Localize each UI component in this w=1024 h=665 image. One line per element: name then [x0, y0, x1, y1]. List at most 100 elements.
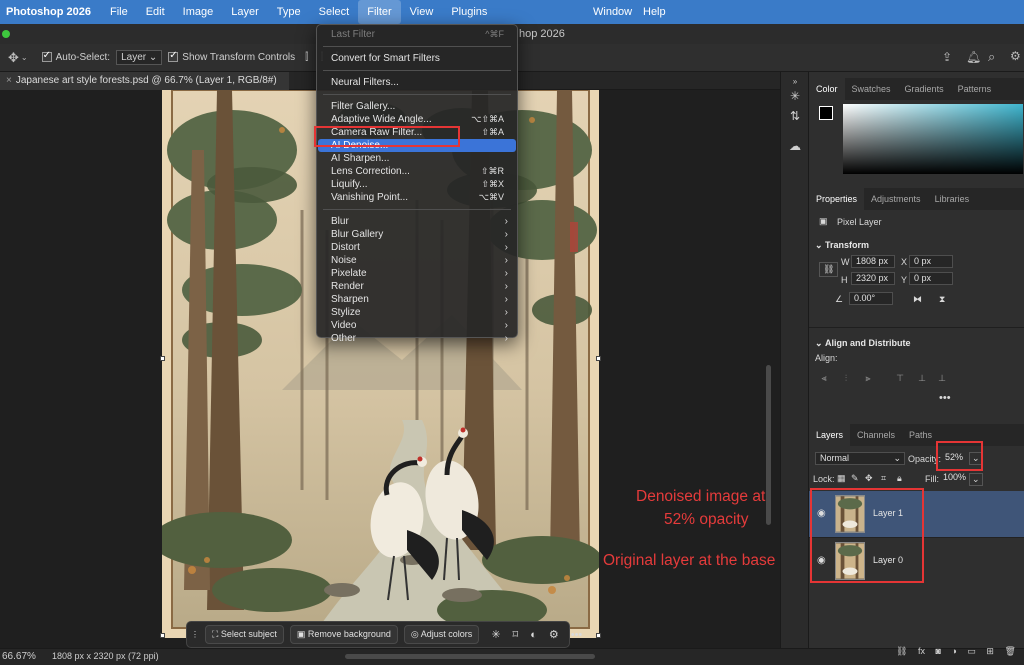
lock-position-icon[interactable]: ✥ [865, 473, 873, 484]
search-icon[interactable]: ⌕ [988, 49, 995, 65]
new-adjustment-icon[interactable]: ◑ [951, 646, 956, 656]
align-right-edges-icon[interactable]: ⫸ [863, 373, 873, 383]
app-name-menu[interactable]: Photoshop 2026 [0, 0, 101, 24]
tool-preset-chevron-icon[interactable]: ⌄ [21, 53, 28, 62]
wand-adjust-icon[interactable]: ✳ [787, 88, 803, 104]
align-bottom-edges-icon[interactable]: ⊥ [937, 373, 947, 383]
menu-item-ai-sharpen[interactable]: AI Sharpen... [317, 152, 517, 165]
tab-adjustments[interactable]: Adjustments [864, 188, 928, 210]
link-dimensions-icon[interactable]: ⛓ [819, 262, 839, 277]
select-subject-button[interactable]: ⛶ Select subject [205, 625, 284, 644]
tab-gradients[interactable]: Gradients [898, 78, 951, 100]
auto-select-checkbox[interactable] [41, 50, 56, 63]
menu-item-blur[interactable]: Blur › [317, 215, 517, 228]
new-layer-icon[interactable]: ⊞ [986, 646, 994, 656]
document-tab[interactable]: × Japanese art style forests.psd @ 66.7% … [0, 72, 289, 90]
menu-layer[interactable]: Layer [222, 0, 268, 24]
drag-handle-icon[interactable]: ⋮ [191, 630, 199, 639]
tab-channels[interactable]: Channels [850, 424, 902, 446]
align-left-icon[interactable]: ⫿ [305, 52, 308, 63]
menu-file[interactable]: File [101, 0, 137, 24]
lock-transparent-icon[interactable]: ▦ [837, 473, 846, 484]
lock-all-icon[interactable]: 🔒︎ [897, 473, 902, 484]
menu-plugins[interactable]: Plugins [442, 0, 496, 24]
transform-handle-right[interactable] [596, 356, 601, 361]
tab-patterns[interactable]: Patterns [951, 78, 999, 100]
tab-properties[interactable]: Properties [809, 188, 865, 210]
zoom-level[interactable]: 66.67% [2, 651, 36, 662]
transform-handle-bottom-right[interactable] [596, 633, 601, 638]
flip-vertical-icon[interactable]: ⧗ [939, 294, 945, 305]
new-group-icon[interactable]: ▭ [967, 646, 976, 656]
y-field[interactable]: 0 px [909, 272, 953, 285]
menu-item-filter-gallery[interactable]: Filter Gallery... [317, 100, 517, 113]
menu-item-vanishing-point[interactable]: Vanishing Point... ⌥⌘V [317, 191, 517, 204]
transform-chevron-icon[interactable]: ⌄ [815, 240, 823, 251]
align-horizontal-centers-icon[interactable]: ⫶ [841, 373, 851, 383]
align-vertical-centers-icon[interactable]: ⊥ [917, 373, 927, 383]
color-picker-field[interactable] [843, 104, 1023, 174]
menu-item-distort[interactable]: Distort › [317, 241, 517, 254]
menu-item-sharpen[interactable]: Sharpen › [317, 293, 517, 306]
menu-image[interactable]: Image [174, 0, 223, 24]
remove-background-button[interactable]: ▣ Remove background [289, 625, 398, 644]
menu-view[interactable]: View [401, 0, 443, 24]
generative-icon[interactable]: ✳ [491, 628, 500, 641]
menu-edit[interactable]: Edit [137, 0, 174, 24]
menu-item-noise[interactable]: Noise › [317, 254, 517, 267]
creative-cloud-icon[interactable]: ☁ [787, 138, 803, 154]
transform-handle-left[interactable] [160, 356, 165, 361]
align-left-edges-icon[interactable]: ⫷ [819, 373, 829, 383]
transform-icon[interactable]: ⌑ [513, 628, 519, 641]
menu-item-other[interactable]: Other › [317, 332, 517, 345]
workspace-icon[interactable]: ⚙ [1010, 49, 1021, 63]
x-field[interactable]: 0 px [909, 255, 953, 268]
menu-item-video[interactable]: Video › [317, 319, 517, 332]
move-tool-icon[interactable]: ✥ [8, 50, 19, 66]
lock-artboard-icon[interactable]: ⌗ [881, 473, 886, 484]
window-zoom-button[interactable] [2, 30, 10, 38]
adjustment-layer-icon[interactable]: ⚙ [549, 628, 559, 641]
width-field[interactable]: 1808 px [851, 255, 895, 268]
tab-paths[interactable]: Paths [902, 424, 939, 446]
vertical-scrollbar[interactable] [766, 365, 771, 525]
share-icon[interactable]: ⇪ [942, 50, 952, 64]
show-transform-checkbox[interactable] [168, 50, 182, 63]
menu-item-pixelate[interactable]: Pixelate › [317, 267, 517, 280]
height-field[interactable]: 2320 px [851, 272, 895, 285]
tab-layers[interactable]: Layers [809, 424, 851, 446]
menu-item-blur-gallery[interactable]: Blur Gallery › [317, 228, 517, 241]
document-dimensions[interactable]: 1808 px x 2320 px (72 ppi) [52, 651, 159, 661]
add-mask-icon[interactable]: ◙ [935, 646, 940, 656]
menu-item-adaptive-wide-angle[interactable]: Adaptive Wide Angle... ⌥⇧⌘A [317, 113, 517, 126]
menu-filter[interactable]: Filter [358, 0, 401, 24]
menu-item-neural-filters[interactable]: Neural Filters... [317, 76, 517, 89]
adjustments-icon[interactable]: ⇅ [787, 108, 803, 124]
tab-libraries[interactable]: Libraries [928, 188, 977, 210]
more-icon[interactable]: ••• [571, 629, 583, 641]
link-layers-icon[interactable]: ⛓ [896, 646, 907, 656]
foreground-color-swatch[interactable] [819, 106, 833, 120]
angle-field[interactable]: 0.00° [849, 292, 893, 305]
fill-field[interactable]: 100% [939, 472, 969, 485]
auto-select-dropdown[interactable]: Layer ⌄ [116, 50, 163, 65]
menu-item-stylize[interactable]: Stylize › [317, 306, 517, 319]
fill-chevron-icon[interactable]: ⌄ [969, 473, 983, 486]
transform-handle-bottom-left[interactable] [160, 633, 165, 638]
more-options-icon[interactable]: ••• [939, 392, 951, 404]
menu-item-liquify[interactable]: Liquify... ⇧⌘X [317, 178, 517, 191]
menu-type[interactable]: Type [268, 0, 310, 24]
close-tab-icon[interactable]: × [6, 75, 12, 86]
tab-swatches[interactable]: Swatches [845, 78, 898, 100]
flip-horizontal-icon[interactable]: ⧓ [913, 294, 922, 305]
menu-item-render[interactable]: Render › [317, 280, 517, 293]
tab-color[interactable]: Color [809, 78, 845, 100]
fx-icon[interactable]: fx [918, 646, 925, 656]
horizontal-scrollbar[interactable] [345, 654, 595, 659]
blend-mode-select[interactable]: Normal ⌄ [815, 452, 905, 465]
adjust-colors-button[interactable]: ◎ Adjust colors [403, 625, 480, 644]
mask-icon[interactable]: ◐ [530, 629, 537, 641]
lock-image-icon[interactable]: ✎ [851, 473, 859, 484]
delete-layer-icon[interactable]: 🗑︎ [1004, 646, 1015, 656]
align-chevron-icon[interactable]: ⌄ [815, 338, 823, 349]
